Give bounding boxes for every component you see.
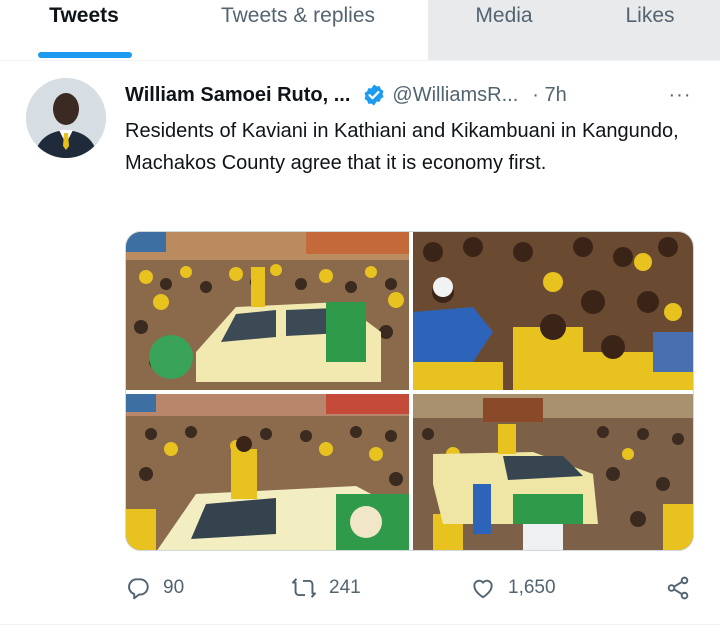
tab-likes[interactable]: Likes	[580, 0, 720, 60]
tweet-actions: 90 241 1,650	[125, 570, 695, 606]
avatar-portrait-icon	[26, 78, 106, 158]
more-options-glyph: ···	[668, 83, 692, 106]
heart-icon	[473, 579, 493, 599]
tweet-text: Residents of Kaviani in Kathiani and Kik…	[125, 120, 679, 174]
share-icon	[667, 576, 689, 600]
tab-tweets-label: Tweets	[49, 4, 119, 27]
tweet-photo-3[interactable]	[126, 394, 409, 550]
profile-tabs: Tweets Tweets & replies Media Likes	[0, 0, 720, 60]
photo-rally-crowd-icon	[126, 232, 409, 390]
photo-convoy-crowd-icon	[413, 394, 693, 550]
retweet-button[interactable]: 241	[291, 570, 361, 606]
tweet-photo-1[interactable]	[126, 232, 409, 390]
active-tab-indicator	[38, 52, 132, 58]
tabs-divider	[0, 60, 720, 61]
tweet-photo-4[interactable]	[413, 394, 693, 550]
photo-crowd-closeup-icon	[413, 232, 693, 390]
tab-tweets[interactable]: Tweets	[0, 0, 168, 60]
tweet-media-grid	[125, 231, 694, 551]
like-count: 1,650	[508, 577, 556, 598]
tweet-timestamp[interactable]: · 7h	[532, 84, 566, 107]
reply-icon	[128, 578, 149, 600]
tab-tweets-and-replies[interactable]: Tweets & replies	[168, 0, 428, 60]
tweet-header: William Samoei Ruto, ... @WilliamsR... ·…	[125, 82, 567, 108]
avatar[interactable]	[26, 78, 106, 158]
author-handle[interactable]: @WilliamsR...	[392, 84, 518, 107]
photo-rally-car-icon	[126, 394, 409, 550]
retweet-count: 241	[329, 577, 361, 598]
verified-badge-icon	[362, 83, 386, 107]
retweet-icon	[291, 578, 317, 598]
reply-button[interactable]: 90	[125, 570, 184, 606]
tab-replies-label: Tweets & replies	[220, 4, 376, 27]
tab-media-label: Media	[475, 4, 533, 27]
author-name[interactable]: William Samoei Ruto, ...	[125, 84, 350, 107]
tweet-bottom-divider	[0, 624, 720, 625]
share-button[interactable]	[665, 570, 703, 606]
reply-count: 90	[163, 577, 185, 598]
tweet-photo-2[interactable]	[413, 232, 693, 390]
tab-likes-label: Likes	[625, 4, 675, 27]
tab-media[interactable]: Media	[428, 0, 580, 60]
more-options-icon[interactable]: ···	[666, 82, 694, 108]
like-button[interactable]: 1,650	[470, 570, 556, 606]
